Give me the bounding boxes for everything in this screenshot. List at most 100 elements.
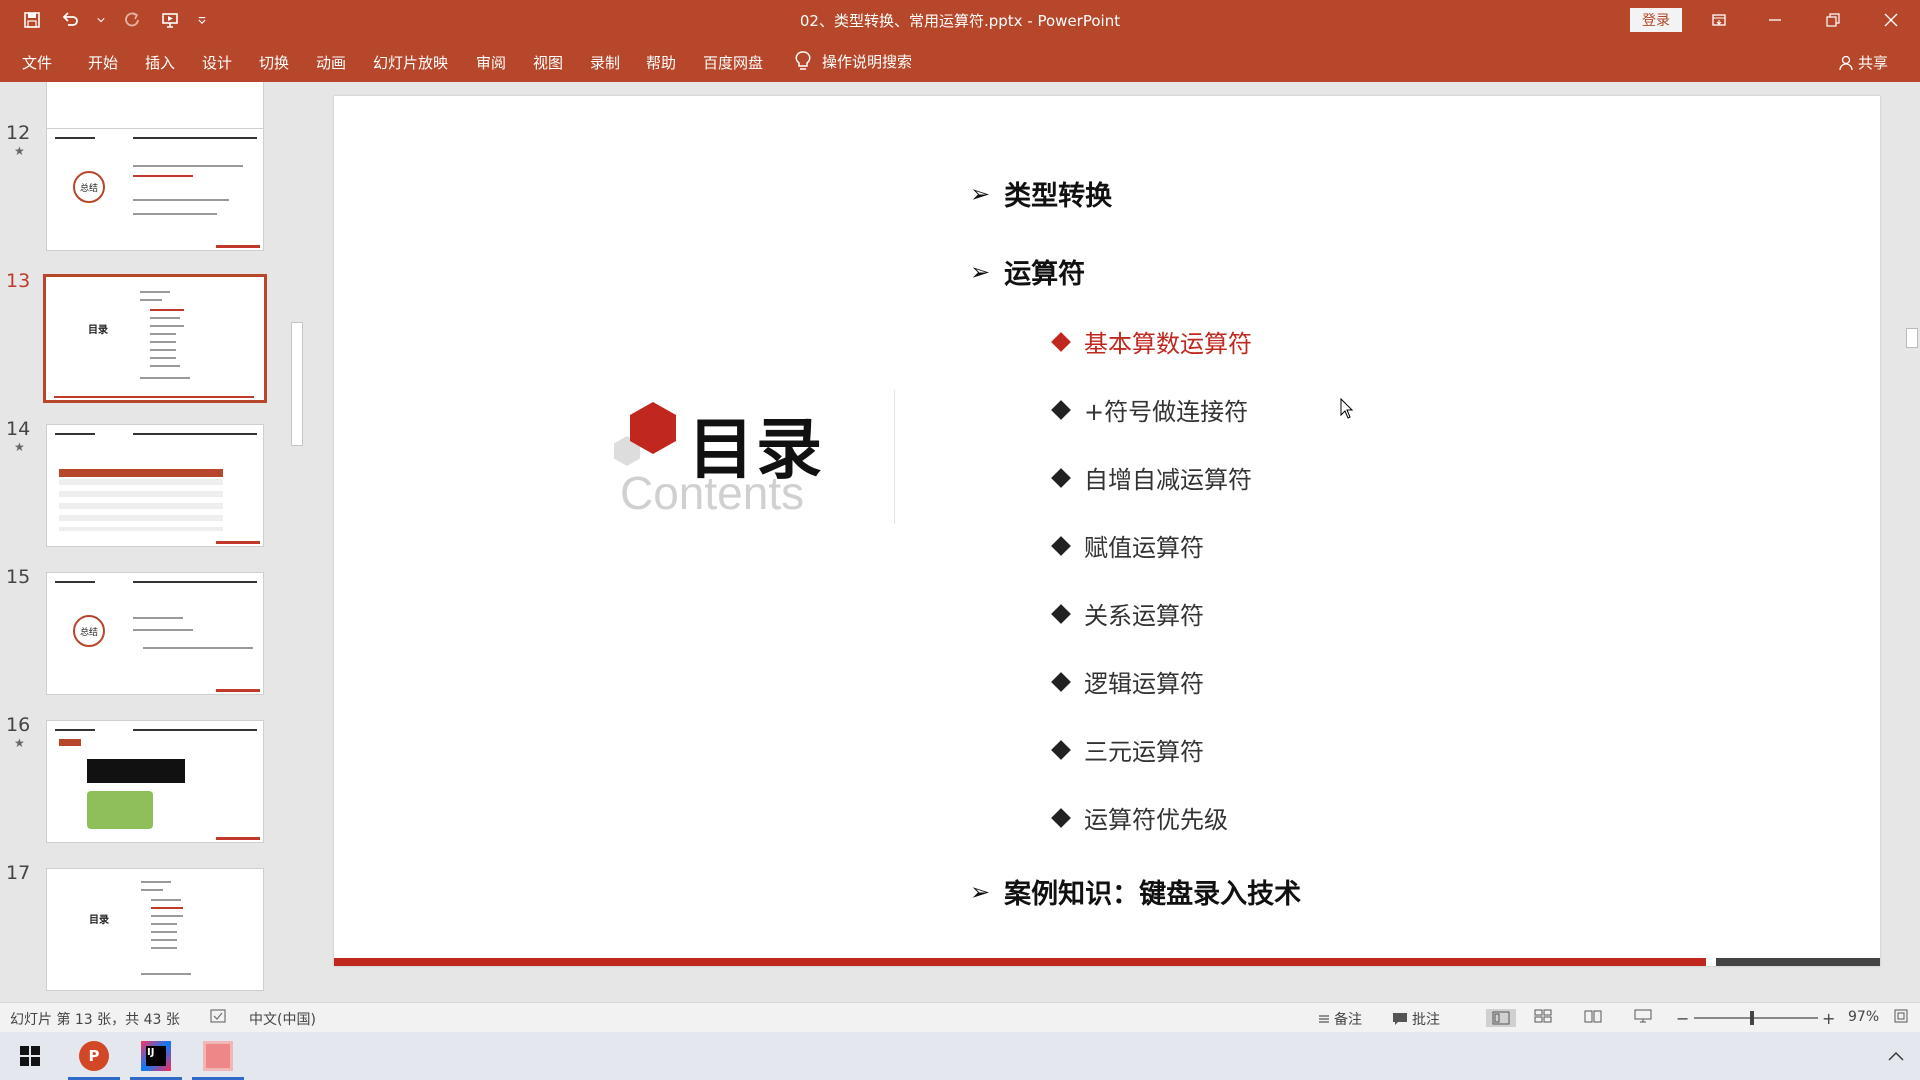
tab-record[interactable]: 录制 (590, 52, 620, 73)
slide-thumbnail-pane: 12 ★ 总结 13 目录 14 ★ 15 总结 16 ★ 17 目录 (0, 82, 305, 1002)
arrow-bullet-icon: ➢ (970, 179, 991, 208)
recorder-app-icon[interactable] (192, 1032, 244, 1080)
toc-section[interactable]: ➢ 类型转换 (970, 174, 1112, 213)
toc-item[interactable]: 赋值运算符 (1051, 528, 1204, 563)
tab-baidu-netdisk[interactable]: 百度网盘 (703, 52, 763, 73)
footer-bar-red (334, 958, 1706, 966)
notes-icon (1319, 1015, 1329, 1023)
tab-transitions[interactable]: 切换 (259, 52, 289, 73)
share-label: 共享 (1858, 54, 1889, 72)
zoom-slider[interactable] (1694, 1017, 1818, 1019)
toc-item-label: 关系运算符 (1084, 602, 1204, 630)
login-button[interactable]: 登录 (1630, 8, 1682, 32)
status-bar: 幻灯片 第 13 张，共 43 张 中文(中国) 备注 批注 − + 97% (0, 1002, 1920, 1032)
slide-sorter-icon[interactable] (1534, 1009, 1552, 1023)
toc-item[interactable]: 自增自减运算符 (1051, 460, 1252, 495)
ribbon-display-options-icon[interactable] (1696, 0, 1742, 40)
normal-view-icon[interactable] (1486, 1009, 1516, 1027)
zoom-level[interactable]: 97% (1848, 1009, 1879, 1025)
toc-item-label: 逻辑运算符 (1084, 670, 1204, 698)
toc-item[interactable]: 关系运算符 (1051, 596, 1204, 631)
toc-item[interactable]: 三元运算符 (1051, 732, 1204, 767)
slide-number: 15 (6, 566, 31, 588)
zoom-slider-thumb[interactable] (1750, 1011, 1754, 1025)
slide-number: 17 (6, 862, 31, 884)
summary-circle: 总结 (73, 615, 105, 647)
zoom-in-button[interactable]: + (1822, 1009, 1835, 1028)
tab-animations[interactable]: 动画 (316, 52, 346, 73)
toc-item-label: 自增自减运算符 (1084, 466, 1252, 494)
summary-circle: 总结 (73, 171, 105, 203)
slide-thumbnail[interactable] (46, 720, 264, 843)
mouse-cursor-icon (1340, 398, 1354, 419)
comments-label: 批注 (1412, 1012, 1440, 1028)
spell-check-icon[interactable] (210, 1009, 226, 1023)
tab-file[interactable]: 文件 (22, 52, 52, 73)
toc-section-label: 运算符 (1004, 259, 1086, 290)
arrow-bullet-icon: ➢ (970, 877, 991, 906)
toc-section[interactable]: ➢ 运算符 (970, 252, 1085, 291)
tab-help[interactable]: 帮助 (646, 52, 676, 73)
ribbon-tabs: 文件 开始 插入 设计 切换 动画 幻灯片放映 审阅 视图 录制 帮助 百度网盘… (0, 40, 1920, 82)
fit-to-window-icon[interactable] (1894, 1009, 1908, 1023)
tab-review[interactable]: 审阅 (476, 52, 506, 73)
diamond-bullet-icon (1051, 807, 1071, 828)
toc-item[interactable]: 逻辑运算符 (1051, 664, 1204, 699)
slide-thumbnail[interactable] (46, 424, 264, 547)
slideshow-view-icon[interactable] (1634, 1009, 1652, 1023)
toc-item-highlighted[interactable]: 基本算数运算符 (1051, 324, 1252, 359)
comments-button[interactable]: 批注 (1392, 1009, 1440, 1029)
thumbnail-scrollbar[interactable] (290, 82, 304, 1002)
comment-icon (1393, 1013, 1407, 1025)
slide-thumbnail[interactable]: 总结 (46, 572, 264, 695)
diamond-bullet-icon (1051, 331, 1071, 352)
tell-me-search[interactable]: 操作说明搜索 (794, 50, 912, 72)
toc-item-label: 基本算数运算符 (1084, 330, 1252, 358)
minimize-icon[interactable] (1752, 0, 1798, 40)
close-icon[interactable] (1868, 0, 1914, 40)
zoom-out-button[interactable]: − (1676, 1009, 1689, 1028)
footer-bar-dark (1716, 958, 1880, 966)
editor-scrollbar-thumb[interactable] (1906, 328, 1918, 348)
windows-start-icon[interactable] (4, 1032, 56, 1080)
share-button[interactable]: 共享 (1838, 52, 1888, 73)
tab-design[interactable]: 设计 (202, 52, 232, 73)
toc-item-label: 赋值运算符 (1084, 534, 1204, 562)
slide-thumbnail-active[interactable]: 目录 (43, 274, 267, 403)
toc-item-label: +符号做连接符 (1084, 398, 1249, 426)
language-indicator[interactable]: 中文(中国) (249, 1009, 316, 1029)
diamond-bullet-icon (1051, 739, 1071, 760)
powerpoint-app-icon[interactable]: P (68, 1032, 120, 1080)
animation-star-icon: ★ (14, 440, 25, 454)
slide-number: 14 (6, 418, 31, 440)
slide-canvas[interactable]: 目录 Contents ➢ 类型转换 ➢ 运算符 基本算数运算符 +符号做连接符… (334, 96, 1880, 966)
chevron-up-icon[interactable] (1870, 1032, 1920, 1080)
slide-subtitle[interactable]: Contents (620, 466, 804, 520)
toc-item[interactable]: +符号做连接符 (1051, 392, 1249, 427)
editor-scrollbar[interactable] (1904, 82, 1920, 1002)
slide-count: 幻灯片 第 13 张，共 43 张 (10, 1012, 180, 1028)
tab-view[interactable]: 视图 (533, 52, 563, 73)
thumbnail-scrollbar-thumb[interactable] (291, 322, 303, 446)
intellij-app-icon[interactable]: IJ (130, 1032, 182, 1080)
arrow-bullet-icon: ➢ (970, 257, 991, 286)
toc-section[interactable]: ➢ 案例知识：键盘录入技术 (970, 872, 1301, 911)
slide-thumbnail[interactable]: 总结 (46, 128, 264, 251)
slide-number: 12 (6, 122, 31, 144)
restore-icon[interactable] (1810, 0, 1856, 40)
toc-item-label: 运算符优先级 (1084, 806, 1228, 834)
animation-star-icon: ★ (14, 144, 25, 158)
diamond-bullet-icon (1051, 603, 1071, 624)
tell-me-label: 操作说明搜索 (822, 52, 913, 71)
toc-item[interactable]: 运算符优先级 (1051, 800, 1228, 835)
tab-slideshow[interactable]: 幻灯片放映 (373, 52, 448, 73)
tab-home[interactable]: 开始 (88, 52, 118, 73)
tab-insert[interactable]: 插入 (145, 52, 175, 73)
taskbar: P IJ (0, 1032, 1920, 1080)
toc-section-label: 类型转换 (1004, 181, 1113, 212)
slide-thumbnail[interactable]: 目录 (46, 868, 264, 991)
notes-button[interactable]: 备注 (1318, 1009, 1362, 1029)
diamond-bullet-icon (1051, 671, 1071, 692)
reading-view-icon[interactable] (1584, 1009, 1602, 1023)
lightbulb-icon (795, 51, 811, 70)
